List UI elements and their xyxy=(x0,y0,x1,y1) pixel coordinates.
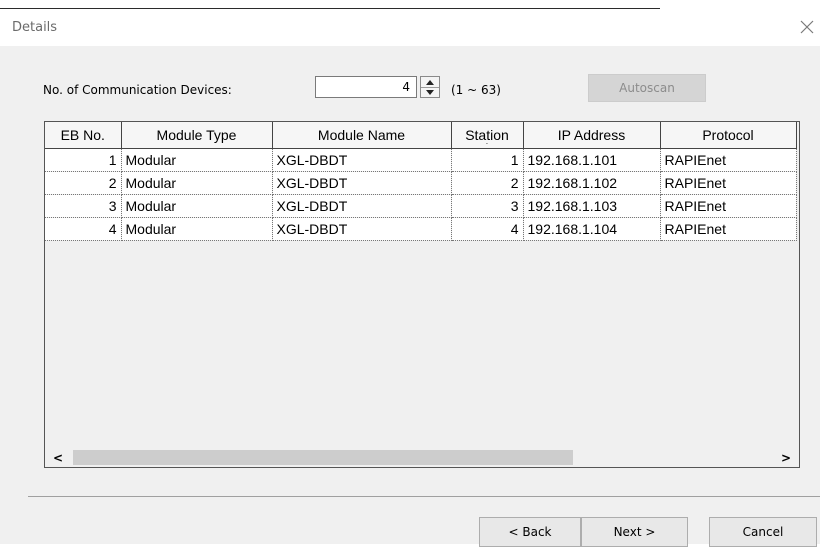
cell-protocol[interactable]: RAPIEnet xyxy=(660,171,797,195)
cell-module-name[interactable]: XGL-DBDT xyxy=(272,194,452,218)
device-range-text: (1 ~ 63) xyxy=(451,83,501,97)
cancel-button[interactable]: Cancel xyxy=(709,517,817,547)
cell-ip-address[interactable]: 192.168.1.101 xyxy=(523,148,661,172)
footer-divider xyxy=(28,496,820,497)
close-icon[interactable] xyxy=(796,16,818,38)
cell-eb-no[interactable]: 3 xyxy=(45,194,122,218)
table-header-row: EB No. Module Type Module Name Station · … xyxy=(45,122,797,149)
column-header-eb-no[interactable]: EB No. xyxy=(45,122,122,149)
column-header-station-overflow: · xyxy=(485,139,489,148)
cell-station[interactable]: 2 xyxy=(451,171,524,195)
title-bar: Details xyxy=(0,0,820,46)
title-divider xyxy=(0,8,660,9)
column-header-module-type[interactable]: Module Type xyxy=(121,122,273,149)
cell-ip-address[interactable]: 192.168.1.102 xyxy=(523,171,661,195)
cell-eb-no[interactable]: 4 xyxy=(45,217,122,241)
cell-ip-address[interactable]: 192.168.1.104 xyxy=(523,217,661,241)
table-row[interactable]: 1 Modular XGL-DBDT 1 192.168.1.101 RAPIE… xyxy=(45,148,797,172)
device-grid: EB No. Module Type Module Name Station · … xyxy=(45,122,797,241)
cell-protocol[interactable]: RAPIEnet xyxy=(660,194,797,218)
cell-module-type[interactable]: Modular xyxy=(121,194,273,218)
cell-station[interactable]: 4 xyxy=(451,217,524,241)
cell-module-type[interactable]: Modular xyxy=(121,217,273,241)
cell-protocol[interactable]: RAPIEnet xyxy=(660,217,797,241)
table-row[interactable]: 3 Modular XGL-DBDT 3 192.168.1.103 RAPIE… xyxy=(45,194,797,218)
cell-module-type[interactable]: Modular xyxy=(121,148,273,172)
details-dialog: Details No. of Communication Devices: 4 … xyxy=(0,0,820,547)
scroll-right-icon[interactable]: > xyxy=(777,448,795,467)
cell-ip-address[interactable]: 192.168.1.103 xyxy=(523,194,661,218)
communication-devices-label: No. of Communication Devices: xyxy=(43,83,232,97)
scroll-left-icon[interactable]: < xyxy=(49,448,67,467)
back-button[interactable]: < Back xyxy=(479,517,581,547)
cell-eb-no[interactable]: 2 xyxy=(45,171,122,195)
cell-module-name[interactable]: XGL-DBDT xyxy=(272,171,452,195)
dialog-title: Details xyxy=(12,20,58,35)
spin-down-icon[interactable] xyxy=(421,87,439,97)
scrollbar-thumb[interactable] xyxy=(73,450,573,465)
cell-module-name[interactable]: XGL-DBDT xyxy=(272,217,452,241)
cell-module-name[interactable]: XGL-DBDT xyxy=(272,148,452,172)
column-header-protocol[interactable]: Protocol xyxy=(660,122,797,149)
cell-eb-no[interactable]: 1 xyxy=(45,148,122,172)
cell-protocol[interactable]: RAPIEnet xyxy=(660,148,797,172)
horizontal-scrollbar[interactable]: < > xyxy=(45,448,799,467)
column-header-ip-address[interactable]: IP Address xyxy=(523,122,661,149)
column-header-station[interactable]: Station · xyxy=(451,122,524,149)
communication-devices-input[interactable]: 4 xyxy=(315,76,417,98)
communication-devices-spinner xyxy=(420,76,440,98)
column-header-module-name[interactable]: Module Name xyxy=(272,122,452,149)
cell-station[interactable]: 1 xyxy=(451,148,524,172)
device-table: EB No. Module Type Module Name Station · … xyxy=(44,121,800,468)
autoscan-button[interactable]: Autoscan xyxy=(588,74,706,102)
table-row[interactable]: 4 Modular XGL-DBDT 4 192.168.1.104 RAPIE… xyxy=(45,217,797,241)
table-row[interactable]: 2 Modular XGL-DBDT 2 192.168.1.102 RAPIE… xyxy=(45,171,797,195)
cell-module-type[interactable]: Modular xyxy=(121,171,273,195)
cell-station[interactable]: 3 xyxy=(451,194,524,218)
next-button[interactable]: Next > xyxy=(581,517,688,547)
